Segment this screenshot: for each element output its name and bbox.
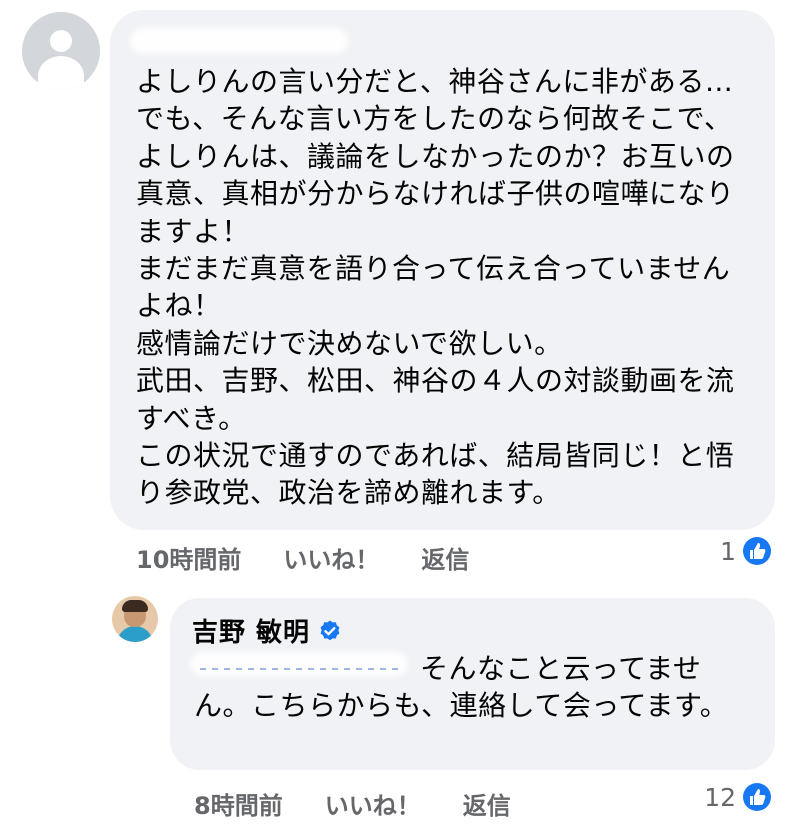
avatar-shirt <box>117 626 153 642</box>
like-button[interactable]: いいね！ <box>325 786 421 821</box>
reply-button[interactable]: 返信 <box>421 540 469 575</box>
reply-button[interactable]: 返信 <box>463 786 511 821</box>
verified-badge-icon <box>320 620 340 640</box>
thumbs-up-icon <box>743 783 771 811</box>
reply-actions: 8時間前 いいね！ 返信 <box>194 786 553 821</box>
reaction-count: 12 <box>704 782 736 812</box>
comment-thread: よしりんの言い分だと、神谷さんに非がある…でも、そんな言い方をしたのなら何故そこ… <box>0 0 800 825</box>
reaction-summary[interactable]: 1 <box>720 536 772 566</box>
comment-actions: 10時間前 いいね！ 返信 <box>136 540 511 575</box>
reply-author-row: 吉野 敏明 <box>192 612 342 649</box>
author-avatar[interactable] <box>112 596 158 642</box>
thumbs-up-icon <box>743 537 771 565</box>
comment-text: よしりんの言い分だと、神谷さんに非がある…でも、そんな言い方をしたのなら何故そこ… <box>136 65 735 510</box>
comment-bubble: よしりんの言い分だと、神谷さんに非がある…でも、そんな言い方をしたのなら何故そこ… <box>110 10 775 530</box>
like-button[interactable]: いいね！ <box>283 540 379 575</box>
reaction-summary[interactable]: 12 <box>704 782 772 812</box>
redacted-author-name <box>134 32 344 50</box>
default-avatar-body-icon <box>38 56 84 90</box>
reply-text: そんなこと云ってません。こちらからも、連絡して会ってます。 <box>194 652 729 723</box>
avatar-hair <box>122 600 148 612</box>
reply-timestamp[interactable]: 8時間前 <box>194 786 283 821</box>
commenter-avatar[interactable] <box>22 12 100 90</box>
comment-timestamp[interactable]: 10時間前 <box>136 540 241 575</box>
reply-bubble: 吉野 敏明 そんなこと云ってません。こちらからも、連絡して会ってます。 <box>170 598 775 770</box>
default-avatar-head-icon <box>50 30 72 52</box>
reply-author-name[interactable]: 吉野 敏明 <box>192 612 310 649</box>
reaction-count: 1 <box>720 536 736 566</box>
